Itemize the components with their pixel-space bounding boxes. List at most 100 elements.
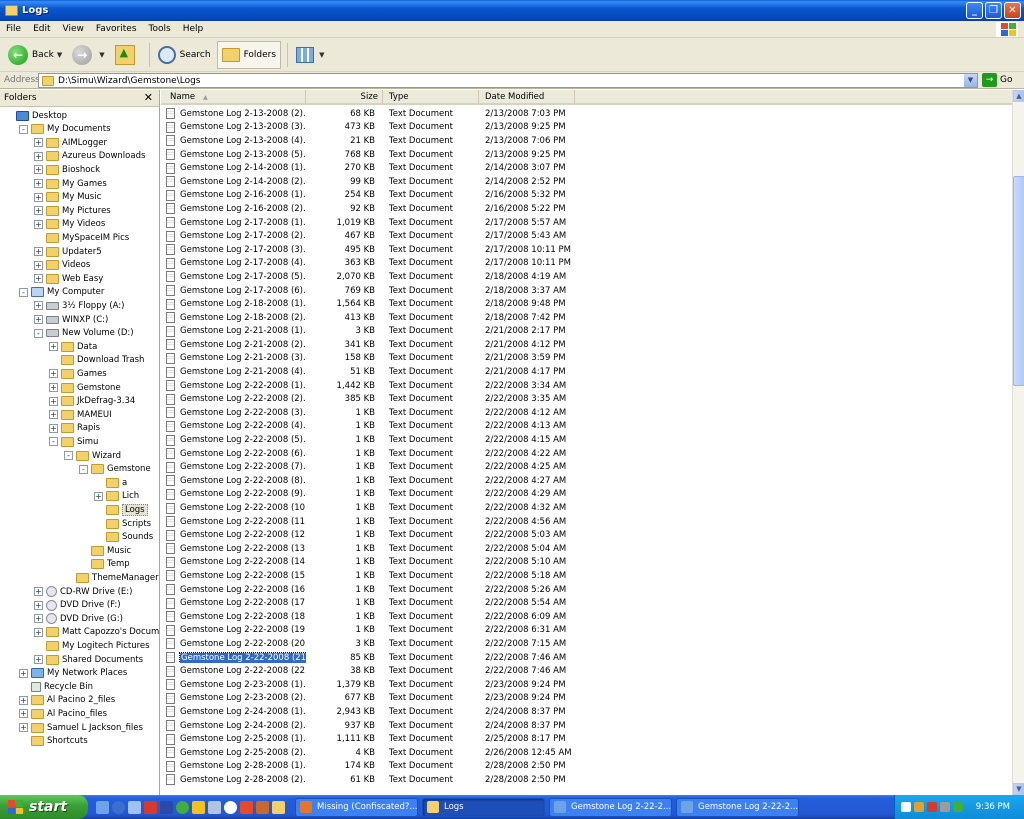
expand-icon[interactable]: + — [34, 655, 43, 664]
tree-item[interactable]: + Games — [49, 367, 107, 380]
file-row[interactable]: Gemstone Log 2-22-2008 (3).... 1 KB Text D… — [161, 406, 1012, 420]
file-row[interactable]: Gemstone Log 2-22-2008 (7).... 1 KB Text D… — [161, 460, 1012, 474]
expand-icon[interactable]: + — [19, 668, 28, 678]
expand-icon[interactable]: + — [49, 369, 58, 379]
file-row[interactable]: Gemstone Log 2-22-2008 (5).... 1 KB Text D… — [161, 433, 1012, 447]
file-row[interactable]: Gemstone Log 2-14-2008 (1).... 270 KB Text… — [161, 161, 1012, 175]
tree-item[interactable]: + My Videos — [34, 218, 105, 231]
file-row[interactable]: Gemstone Log 2-25-2008 (2).... 4 KB Text D… — [161, 746, 1012, 760]
expand-icon[interactable]: + — [34, 301, 43, 311]
red-cross-icon[interactable] — [240, 800, 253, 814]
menu-favorites[interactable]: Favorites — [90, 24, 143, 34]
file-row[interactable]: Gemstone Log 2-13-2008 (5).... 768 KB Text… — [161, 148, 1012, 162]
tree-item[interactable]: + Bioshock — [34, 163, 100, 176]
tree-item[interactable]: + Videos — [34, 259, 90, 272]
tree-item[interactable]: a — [94, 476, 127, 489]
expand-icon[interactable]: + — [19, 723, 28, 732]
file-row[interactable]: Gemstone Log 2-17-2008 (1).... 1,019 KB Te… — [161, 216, 1012, 230]
expand-icon[interactable]: + — [34, 165, 43, 175]
expand-icon[interactable]: + — [49, 423, 58, 433]
tree-item[interactable]: ThemeManager — [64, 571, 159, 584]
expand-icon[interactable]: + — [34, 614, 43, 624]
tree-item[interactable]: + Updater5 — [34, 245, 102, 258]
file-row[interactable]: Gemstone Log 2-22-2008 (14)... 1 KB Text D… — [161, 556, 1012, 570]
tree-item[interactable]: + Gemstone — [49, 381, 121, 394]
collapse-icon[interactable]: - — [79, 464, 88, 474]
scroll-down-button[interactable]: ▼ — [1013, 783, 1024, 795]
file-row[interactable]: Gemstone Log 2-18-2008 (1).... 1,564 KB Te… — [161, 297, 1012, 311]
file-row[interactable]: Gemstone Log 2-17-2008 (5).... 2,070 KB Te… — [161, 270, 1012, 284]
file-row[interactable]: Gemstone Log 2-22-2008 (12)... 1 KB Text D… — [161, 528, 1012, 542]
file-row[interactable]: Gemstone Log 2-24-2008 (2).... 937 KB Text… — [161, 719, 1012, 733]
menu-view[interactable]: View — [57, 24, 90, 34]
menu-tools[interactable]: Tools — [143, 24, 177, 34]
file-row[interactable]: Gemstone Log 2-17-2008 (2).... 467 KB Text… — [161, 229, 1012, 243]
taskbar-button[interactable]: Gemstone Log 2-22-2... — [676, 797, 799, 817]
expand-icon[interactable]: + — [34, 627, 43, 637]
menu-file[interactable]: File — [0, 24, 27, 34]
expand-icon[interactable]: + — [34, 600, 43, 610]
file-row[interactable]: Gemstone Log 2-22-2008 (13)... 1 KB Text D… — [161, 542, 1012, 556]
tree-item[interactable]: + My Network Places — [19, 667, 127, 680]
yahoo-icon[interactable] — [192, 800, 205, 814]
menu-help[interactable]: Help — [177, 24, 210, 34]
file-row[interactable]: Gemstone Log 2-13-2008 (4).... 21 KB Text … — [161, 134, 1012, 148]
maximize-button[interactable]: ❐ — [985, 2, 1002, 19]
address-input[interactable]: D:\Simu\Wizard\Gemstone\Logs ▼ — [38, 73, 978, 88]
taskbar-button[interactable]: Missing (Confiscated?... — [295, 797, 418, 817]
tree-item[interactable]: Download Trash — [49, 354, 144, 367]
tree-item[interactable]: Music — [79, 544, 131, 557]
file-row[interactable]: Gemstone Log 2-22-2008 (2).... 385 KB Text… — [161, 392, 1012, 406]
minimize-button[interactable]: _ — [966, 2, 983, 19]
column-header-size[interactable]: Size — [306, 90, 383, 105]
column-header-type[interactable]: Type — [383, 90, 479, 105]
expand-icon[interactable]: + — [49, 410, 58, 420]
tree-item[interactable]: - My Documents — [19, 123, 111, 136]
soccer-ball-icon[interactable] — [224, 800, 237, 814]
file-row[interactable]: Gemstone Log 2-22-2008 (22)... 38 KB Text … — [161, 664, 1012, 678]
file-row[interactable]: Gemstone Log 2-22-2008 (20)... 3 KB Text D… — [161, 637, 1012, 651]
file-row[interactable]: Gemstone Log 2-17-2008 (3).... 495 KB Text… — [161, 243, 1012, 257]
file-row[interactable]: Gemstone Log 2-22-2008 (16)... 1 KB Text D… — [161, 583, 1012, 597]
collapse-icon[interactable]: - — [34, 328, 43, 338]
file-row[interactable]: Gemstone Log 2-22-2008 (6).... 1 KB Text D… — [161, 447, 1012, 461]
tree-item[interactable]: Shortcuts — [19, 735, 88, 748]
file-row[interactable]: Gemstone Log 2-25-2008 (1).... 1,111 KB Te… — [161, 732, 1012, 746]
expand-icon[interactable]: + — [34, 179, 43, 188]
tree-item[interactable]: + My Games — [34, 177, 107, 190]
close-button[interactable]: ✕ — [1004, 2, 1021, 19]
file-row[interactable]: Gemstone Log 2-22-2008 (9).... 1 KB Text D… — [161, 488, 1012, 502]
expand-icon[interactable]: + — [34, 274, 43, 284]
column-header-name[interactable]: Name ▲ — [161, 90, 306, 105]
tree-item[interactable]: + Lich — [94, 490, 139, 503]
chevron-down-icon[interactable]: ▼ — [964, 74, 977, 87]
file-row[interactable]: Gemstone Log 2-13-2008 (2).... 68 KB Text … — [161, 107, 1012, 121]
tree-item[interactable]: Recycle Bin — [19, 680, 93, 693]
search-button[interactable]: Search — [154, 41, 215, 69]
media-player-icon[interactable] — [112, 800, 125, 814]
file-row[interactable]: Gemstone Log 2-17-2008 (4).... 363 KB Text… — [161, 257, 1012, 271]
file-row[interactable]: Gemstone Log 2-18-2008 (2).... 413 KB Text… — [161, 311, 1012, 325]
scrollbar-thumb[interactable] — [1013, 176, 1024, 386]
folder-icon[interactable] — [272, 800, 285, 814]
tree-item[interactable]: + Al Pacino 2_files — [19, 694, 115, 707]
chevron-down-icon[interactable]: ▼ — [57, 51, 62, 59]
expand-icon[interactable]: + — [94, 491, 103, 501]
tray-icon[interactable] — [901, 802, 911, 812]
tray-icon[interactable] — [953, 802, 963, 812]
tree-item[interactable]: Logs — [94, 503, 148, 516]
views-button[interactable]: ▼ — [292, 41, 328, 69]
tree-item[interactable]: + CD-RW Drive (E:) — [34, 585, 132, 598]
tree-item[interactable]: + Azureus Downloads — [34, 150, 145, 163]
file-row[interactable]: Gemstone Log 2-22-2008 (10)... 1 KB Text D… — [161, 501, 1012, 515]
collapse-icon[interactable]: - — [19, 124, 28, 134]
expand-icon[interactable]: + — [34, 315, 43, 324]
file-row[interactable]: Gemstone Log 2-22-2008 (11)... 1 KB Text D… — [161, 515, 1012, 529]
tree-item[interactable]: + Al Pacino_files — [19, 707, 107, 720]
tree-item[interactable]: MySpaceIM Pics — [34, 231, 129, 244]
file-row[interactable]: Gemstone Log 2-23-2008 (1).... 1,379 KB Te… — [161, 678, 1012, 692]
tree-item[interactable]: + DVD Drive (G:) — [34, 612, 123, 625]
tree-item[interactable]: + JkDefrag-3.34 — [49, 395, 135, 408]
file-row[interactable]: Gemstone Log 2-16-2008 (1).... 254 KB Text… — [161, 189, 1012, 203]
tree-item[interactable]: + Samuel L Jackson_files — [19, 721, 143, 734]
